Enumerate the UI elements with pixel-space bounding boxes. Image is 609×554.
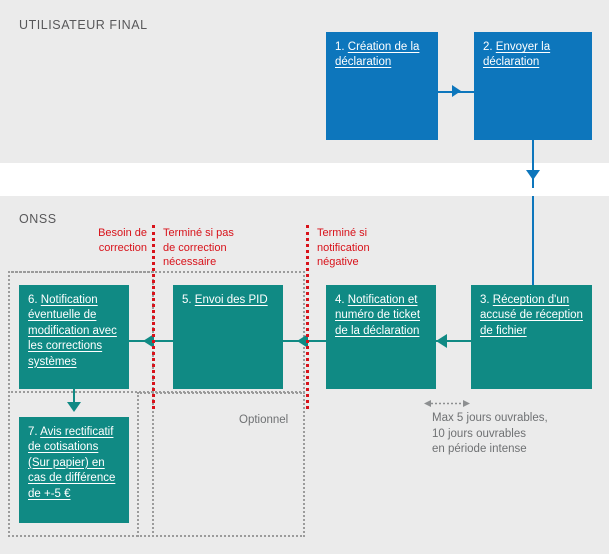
decision-label-termine-si-notification-negative: Terminé si notification négative [317,227,370,269]
node-7-number: 7. [28,426,41,438]
connector-2-down [532,140,534,188]
node-4-label[interactable]: Notification et numéro de ticket de la d… [335,294,420,337]
node-1-label[interactable]: Création de la déclaration [335,41,419,68]
process-node-3-reception-accuse[interactable]: 3. Réception d'un accusé de réception de… [471,285,592,389]
node-1-number: 1. [335,41,348,53]
swimlane-title-utilisateur-final: UTILISATEUR FINAL [19,18,148,32]
duration-annotation-text: Max 5 jours ouvrables, 10 jours ouvrable… [432,412,548,455]
node-6-label[interactable]: Notification éventuelle de modification … [28,294,117,368]
decision-label-termine-si-pas-de-correction: Terminé si pas de correction nécessaire [163,227,234,269]
process-node-5-envoi-des-pid[interactable]: 5. Envoi des PID [173,285,283,389]
arrowhead-1-to-2 [452,85,461,97]
node-7-label[interactable]: Avis rectificatif de cotisations (Sur pa… [28,426,115,500]
optional-group-label: Optionnel [239,414,289,426]
decision-separator-correction [152,225,155,409]
connector-separator-to-5 [283,340,301,342]
process-node-2-envoyer-declaration[interactable]: 2. Envoyer la déclaration [474,32,592,140]
node-4-number: 4. [335,294,348,306]
process-node-7-avis-rectificatif[interactable]: 7. Avis rectificatif de cotisations (Sur… [19,417,129,523]
process-node-1-creation-declaration[interactable]: 1. Création de la déclaration [326,32,438,140]
node-6-number: 6. [28,294,41,306]
swimlane-title-onss: ONSS [19,212,57,226]
node-3-label[interactable]: Réception d'un accusé de réception de fi… [480,294,583,337]
node-5-label[interactable]: Envoi des PID [195,294,268,306]
arrowhead-2-down [526,170,540,180]
decision-label-besoin-de-correction: Besoin de correction [98,227,147,254]
connector-separator-to-6 [129,340,147,342]
node-5-number: 5. [182,294,195,306]
process-node-6-notification-modification[interactable]: 6. Notification éventuelle de modificati… [19,285,129,389]
decision-separator-notification [306,225,309,409]
flowchart-canvas: UTILISATEUR FINAL ONSS Optionnel Besoin … [0,0,609,554]
process-node-4-notification-ticket[interactable]: 4. Notification et numéro de ticket de l… [326,285,436,389]
connector-down-to-3 [532,196,534,286]
arrowhead-6-to-7 [67,402,81,412]
duration-span-arrow-icon [424,400,470,407]
node-3-number: 3. [480,294,493,306]
node-2-number: 2. [483,41,496,53]
arrowhead-3-to-4 [436,334,447,348]
